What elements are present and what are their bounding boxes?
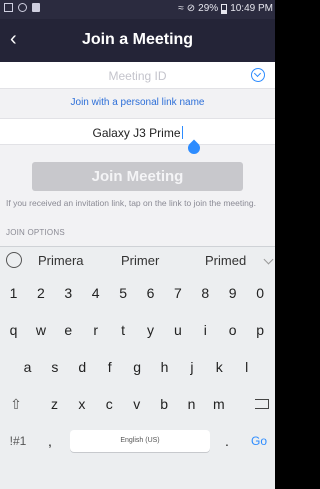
- number-key-4[interactable]: 4: [82, 276, 109, 310]
- number-row: 1234567890: [0, 276, 275, 312]
- do-not-disturb-icon: ⊘: [186, 3, 196, 14]
- letter-key-b[interactable]: b: [151, 387, 178, 421]
- letter-key-l[interactable]: l: [233, 350, 260, 384]
- backspace-key[interactable]: [255, 399, 269, 409]
- letter-key-d[interactable]: d: [69, 350, 96, 384]
- letter-key-o[interactable]: o: [219, 313, 246, 347]
- number-key-5[interactable]: 5: [110, 276, 137, 310]
- letter-key-e[interactable]: e: [55, 313, 82, 347]
- letter-key-y[interactable]: y: [137, 313, 164, 347]
- emoji-icon[interactable]: [6, 252, 22, 268]
- suggestion-3[interactable]: Primed: [205, 253, 246, 268]
- number-key-6[interactable]: 6: [137, 276, 164, 310]
- letter-row-1: qwertyuiop: [0, 313, 275, 349]
- clock: 10:49 PM: [230, 3, 273, 14]
- sync-icon: [18, 3, 27, 12]
- period-key[interactable]: .: [214, 424, 240, 458]
- number-key-7[interactable]: 7: [164, 276, 191, 310]
- status-bar: ≈ ⊘ 29% 10:49 PM: [0, 0, 275, 19]
- display-name-field[interactable]: Galaxy J3 Prime: [0, 118, 275, 145]
- shift-key[interactable]: ⇧: [4, 387, 28, 421]
- number-key-0[interactable]: 0: [247, 276, 274, 310]
- battery-percent: 29%: [198, 3, 219, 14]
- invitation-hint: If you received an invitation link, tap …: [6, 198, 256, 208]
- go-key[interactable]: Go: [245, 424, 273, 458]
- number-key-3[interactable]: 3: [55, 276, 82, 310]
- letter-key-q[interactable]: q: [0, 313, 27, 347]
- suggestion-1[interactable]: Primera: [38, 253, 84, 268]
- letter-key-w[interactable]: w: [27, 313, 54, 347]
- letter-key-a[interactable]: a: [14, 350, 41, 384]
- app-header: ‹ Join a Meeting: [0, 19, 275, 62]
- personal-link-name-link[interactable]: Join with a personal link name: [0, 97, 275, 108]
- letter-key-u[interactable]: u: [164, 313, 191, 347]
- letter-key-g[interactable]: g: [124, 350, 151, 384]
- bottom-row: !#1 , English (US) . Go: [0, 424, 275, 460]
- letter-key-i[interactable]: i: [192, 313, 219, 347]
- number-key-8[interactable]: 8: [192, 276, 219, 310]
- letter-row-3: ⇧ zxcvbnm: [0, 387, 275, 423]
- letter-key-h[interactable]: h: [151, 350, 178, 384]
- letter-key-f[interactable]: f: [96, 350, 123, 384]
- space-key[interactable]: English (US): [70, 430, 210, 452]
- chevron-down-icon[interactable]: [263, 254, 274, 265]
- battery-icon: [221, 3, 228, 14]
- letter-key-p[interactable]: p: [247, 313, 274, 347]
- letter-key-n[interactable]: n: [178, 387, 205, 421]
- letter-row-2: asdfghjkl: [0, 350, 275, 386]
- number-key-2[interactable]: 2: [27, 276, 54, 310]
- meeting-id-placeholder: Meeting ID: [108, 69, 167, 83]
- letter-key-v[interactable]: v: [123, 387, 150, 421]
- screen: ≈ ⊘ 29% 10:49 PM ‹ Join a Meeting Meetin…: [0, 0, 275, 489]
- join-meeting-button[interactable]: Join Meeting: [32, 162, 243, 191]
- screenshot-icon: [4, 3, 13, 12]
- comma-key[interactable]: ,: [36, 424, 64, 458]
- wifi-icon: ≈: [178, 3, 184, 14]
- join-options-header: JOIN OPTIONS: [6, 228, 65, 237]
- display-name-value: Galaxy J3 Prime: [92, 126, 181, 140]
- chevron-circle-icon[interactable]: [251, 68, 265, 82]
- letter-key-z[interactable]: z: [41, 387, 68, 421]
- suggestion-bar: Primera Primer Primed: [0, 247, 275, 274]
- letter-key-r[interactable]: r: [82, 313, 109, 347]
- number-key-9[interactable]: 9: [219, 276, 246, 310]
- soft-keyboard: Primera Primer Primed 1234567890 qwertyu…: [0, 246, 275, 489]
- letter-key-x[interactable]: x: [68, 387, 95, 421]
- number-key-1[interactable]: 1: [0, 276, 27, 310]
- letter-key-k[interactable]: k: [206, 350, 233, 384]
- symbols-key[interactable]: !#1: [2, 424, 34, 458]
- letter-key-c[interactable]: c: [96, 387, 123, 421]
- join-form: Meeting ID Join with a personal link nam…: [0, 62, 275, 246]
- text-cursor: [181, 126, 183, 139]
- letter-key-m[interactable]: m: [205, 387, 232, 421]
- meeting-id-field[interactable]: Meeting ID: [0, 62, 275, 89]
- suggestion-2[interactable]: Primer: [121, 253, 159, 268]
- letter-key-s[interactable]: s: [41, 350, 68, 384]
- letter-key-t[interactable]: t: [110, 313, 137, 347]
- page-title: Join a Meeting: [81, 31, 194, 48]
- letter-key-j[interactable]: j: [178, 350, 205, 384]
- bag-icon: [32, 3, 40, 12]
